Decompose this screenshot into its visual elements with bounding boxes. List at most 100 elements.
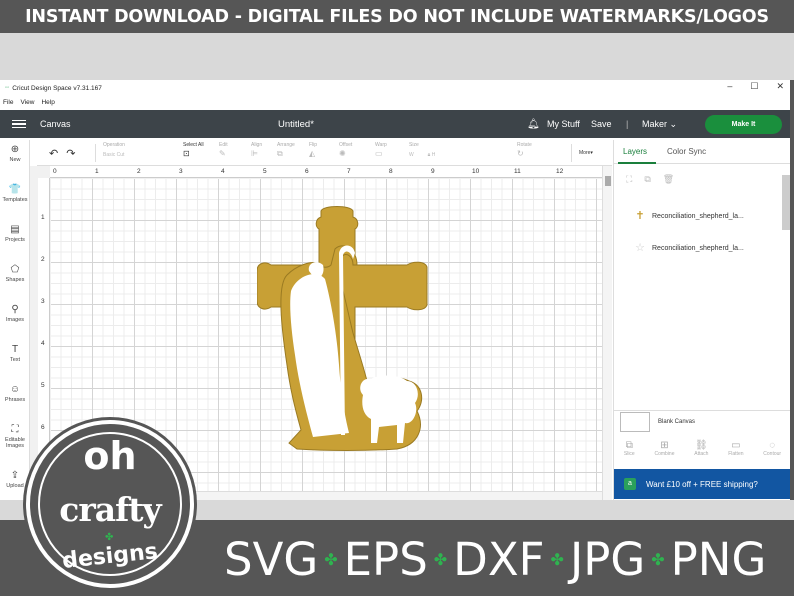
edit-button[interactable]: Edit ✎ <box>219 142 228 158</box>
save-button[interactable]: Save <box>591 119 612 129</box>
flip-label: Flip <box>309 142 318 148</box>
blank-canvas-layer[interactable]: Blank Canvas <box>620 412 695 432</box>
chevron-down-icon: ⌄ <box>669 118 678 129</box>
bell-icon[interactable]: 🔔︎ <box>527 119 540 130</box>
ruler-tick-label: 2 <box>41 256 45 263</box>
layer-item[interactable]: ☆ Reconciliation_shepherd_la... <box>634 241 784 255</box>
operation-select[interactable]: Operation Basic Cut <box>103 142 125 158</box>
undo-icon[interactable]: ↶ <box>49 147 58 160</box>
ruler-tick-label: 5 <box>263 168 267 175</box>
rotate-control[interactable]: Rotate ↻ <box>517 142 532 158</box>
operation-label: Operation <box>103 142 125 148</box>
section-title: Canvas <box>40 119 71 129</box>
warp-label: Warp <box>375 142 387 148</box>
align-label: Align <box>251 142 263 148</box>
ruler-tick-label: 3 <box>179 168 183 175</box>
new-tool[interactable]: ⊕ New <box>0 144 30 163</box>
close-icon[interactable]: ✕ <box>776 81 784 92</box>
ruler-tick-label: 3 <box>41 298 45 305</box>
shapes-tool[interactable]: ⬠ Shapes <box>0 264 30 283</box>
shepherd-cross-design[interactable] <box>257 205 437 455</box>
warp-icon: ▭ <box>375 149 383 158</box>
shirt-icon: 👕 <box>8 184 22 195</box>
clover-icon: ✤ <box>550 550 564 569</box>
machine-selector[interactable]: Maker ⌄ <box>642 119 677 130</box>
promo-banner[interactable]: a Want £10 off + FREE shipping? <box>614 469 790 499</box>
tool-label: New <box>9 157 21 163</box>
hamburger-menu-icon[interactable] <box>12 119 26 129</box>
action-label: Flatten <box>728 451 744 457</box>
projects-tool[interactable]: ▤ Projects <box>0 224 30 243</box>
more-button[interactable]: More▾ <box>579 150 593 156</box>
attach-button[interactable]: ⛓ Attach <box>694 440 708 470</box>
tab-layers[interactable]: Layers <box>623 147 647 156</box>
blank-canvas-swatch <box>620 412 650 432</box>
ruler-horizontal: 0 1 2 3 4 5 6 7 8 9 10 11 12 <box>50 166 602 178</box>
action-label: Attach <box>694 451 709 457</box>
tool-label: Templates <box>2 197 28 203</box>
combine-button[interactable]: ⊞ Combine <box>654 440 674 470</box>
select-all-button[interactable]: Select All ⊡ <box>183 142 204 158</box>
minimize-icon[interactable]: – <box>727 81 732 92</box>
offset-button[interactable]: Offset ✺ <box>339 142 352 158</box>
speech-bubble-icon: ☺ <box>9 384 21 395</box>
flatten-button[interactable]: ▭ Flatten <box>728 440 743 470</box>
menu-help[interactable]: Help <box>41 99 54 106</box>
rotate-icon: ↻ <box>517 149 524 158</box>
contour-button[interactable]: ◌ Contour <box>763 440 781 470</box>
layer-item[interactable]: ✝ Reconciliation_shepherd_la... <box>634 209 784 223</box>
arrange-button[interactable]: Arrange ⧉ <box>277 142 295 159</box>
size-controls[interactable]: Size W 🔒︎ H <box>409 142 435 158</box>
tool-label: Images <box>5 317 25 323</box>
maximize-icon[interactable]: ☐ <box>750 81 758 92</box>
format-dxf: DXF <box>453 533 545 586</box>
operation-value: Basic Cut <box>103 152 125 158</box>
ruler-tick-label: 9 <box>431 168 435 175</box>
flip-button[interactable]: Flip ◭ <box>309 142 317 158</box>
tool-label: Shapes <box>5 277 25 283</box>
edit-toolbar: ↶ ↷ Operation Basic Cut Select All ⊡ Edit ✎… <box>37 140 612 166</box>
slice-icon: ⧉ <box>625 440 633 451</box>
ruler-tick-label: 6 <box>41 424 45 431</box>
tab-color-sync[interactable]: Color Sync <box>667 147 706 156</box>
make-it-button[interactable]: Make It <box>705 115 782 134</box>
phrases-tool[interactable]: ☺ Phrases <box>0 384 30 403</box>
editable-images-tool[interactable]: ⛶ Editable Images <box>0 424 30 449</box>
select-all-label: Select All <box>183 142 204 148</box>
images-tool[interactable]: ⚲ Images <box>0 304 30 323</box>
scrollbar-thumb[interactable] <box>605 176 611 186</box>
my-stuff-link[interactable]: My Stuff <box>547 119 580 129</box>
shapes-icon: ⬠ <box>10 264 20 275</box>
align-icon: ⊫ <box>251 149 258 158</box>
group-icon[interactable]: ⛶ <box>626 174 632 185</box>
logo-line-2: crafty <box>59 490 161 529</box>
layer-name: Reconciliation_shepherd_la... <box>652 244 744 252</box>
text-tool[interactable]: T Text <box>0 344 30 363</box>
menu-file[interactable]: File <box>3 99 13 106</box>
upload-tool[interactable]: ⇪ Upload <box>0 470 30 489</box>
product-image: INSTANT DOWNLOAD - DIGITAL FILES DO NOT … <box>0 0 794 596</box>
toolbar-divider <box>571 144 572 162</box>
align-button[interactable]: Align ⊫ <box>251 142 262 158</box>
warp-button[interactable]: Warp ▭ <box>375 142 387 158</box>
ruler-tick-label: 11 <box>514 168 521 175</box>
promo-text: Want £10 off + FREE shipping? <box>646 479 758 489</box>
active-tab-indicator <box>618 162 656 164</box>
templates-tool[interactable]: 👕 Templates <box>0 184 30 203</box>
menu-view[interactable]: View <box>20 99 34 106</box>
window-title: Cricut Design Space v7.31.167 <box>12 84 102 92</box>
clover-icon: ✤ <box>651 550 665 569</box>
format-jpg: JPG <box>569 533 646 586</box>
document-title[interactable]: Untitled* <box>278 119 314 130</box>
delete-icon[interactable]: 🗑︎ <box>663 174 674 185</box>
ruler-tick-label: 7 <box>347 168 351 175</box>
lightbulb-icon: ⚲ <box>11 304 19 315</box>
tool-label: Editable Images <box>5 437 25 449</box>
edit-label: Edit <box>219 142 228 148</box>
arrange-label: Arrange <box>277 142 295 148</box>
vertical-scrollbar[interactable] <box>602 166 612 500</box>
duplicate-icon[interactable]: ⧉ <box>644 174 650 185</box>
action-label: Contour <box>763 451 782 457</box>
redo-icon[interactable]: ↷ <box>66 147 75 160</box>
slice-button[interactable]: ⧉ Slice <box>624 440 635 470</box>
